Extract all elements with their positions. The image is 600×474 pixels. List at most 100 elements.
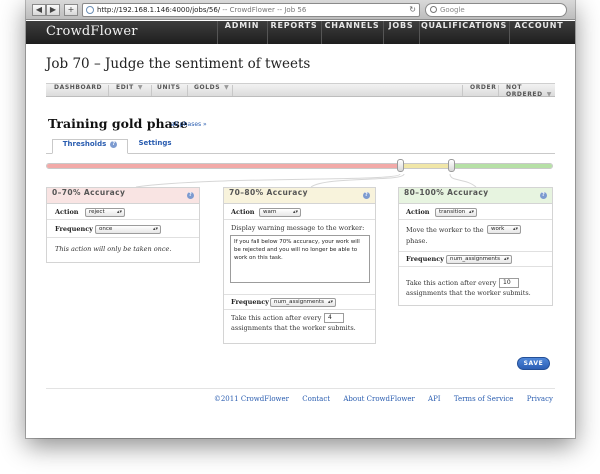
help-icon[interactable]: ? bbox=[363, 192, 370, 199]
tab-thresholds[interactable]: Thresholds? bbox=[52, 139, 128, 154]
frequency-note: This action will only be taken once. bbox=[55, 245, 172, 253]
slider-segment-low bbox=[47, 164, 401, 168]
save-button[interactable]: SAVE bbox=[517, 357, 550, 370]
forward-icon[interactable]: ▶ bbox=[46, 4, 60, 16]
accuracy-slider-track bbox=[46, 163, 553, 169]
caret-down-icon: ▼ bbox=[546, 91, 552, 98]
main-nav: CrowdFlower ADMIN REPORTS CHANNELS JOBS … bbox=[26, 21, 575, 44]
job-subnav: DASHBOARD EDIT ▼ UNITS GOLDS ▼ ORDER NOT O… bbox=[46, 83, 555, 98]
action-row: Action warn ▴▾ bbox=[224, 204, 375, 220]
help-icon[interactable]: ? bbox=[540, 192, 547, 199]
url-host: http://192.168.1.146 bbox=[97, 6, 170, 14]
nav-account[interactable]: ACCOUNT bbox=[509, 21, 569, 44]
action-label: Action bbox=[406, 208, 430, 216]
nav-admin[interactable]: ADMIN bbox=[217, 21, 267, 44]
select-arrow-icon: ▴▾ bbox=[116, 209, 122, 215]
subnav-divider bbox=[108, 85, 109, 96]
frequency-label: Frequency bbox=[231, 298, 269, 306]
select-arrow-icon: ▴▾ bbox=[152, 226, 158, 232]
browser-toolbar: ◀ ▶ + http://192.168.1.146:4000/jobs/56/… bbox=[26, 0, 575, 20]
after-every-prefix: Take this action after every bbox=[231, 314, 322, 322]
tab-settings[interactable]: Settings bbox=[130, 139, 180, 154]
slider-segment-high bbox=[451, 164, 552, 168]
slider-segment-mid bbox=[400, 164, 451, 168]
panel-low-accuracy: 0–70% Accuracy? Action reject ▴▾ Frequenc… bbox=[46, 187, 200, 263]
message-label: Display warning message to the worker: bbox=[231, 224, 365, 232]
browser-window: ◀ ▶ + http://192.168.1.146:4000/jobs/56/… bbox=[26, 0, 575, 438]
frequency-select[interactable]: num_assignments ▴▾ bbox=[270, 298, 336, 307]
url-path: :4000/jobs/56/ bbox=[169, 6, 221, 14]
subnav-divider bbox=[462, 85, 463, 96]
subnav-order-label: ORDER bbox=[470, 84, 497, 91]
action-row: Action transition ▴▾ bbox=[399, 204, 552, 220]
nav-channels[interactable]: CHANNELS bbox=[321, 21, 383, 44]
footer-link-about[interactable]: About CrowdFlower bbox=[343, 395, 414, 403]
subnav-divider bbox=[187, 85, 188, 96]
warning-message-field[interactable]: If you fall below 70% accuracy, your wor… bbox=[230, 235, 370, 283]
select-arrow-icon: ▴▾ bbox=[327, 299, 333, 305]
subnav-divider bbox=[498, 85, 499, 96]
logo[interactable]: CrowdFlower bbox=[46, 24, 138, 39]
after-every-input[interactable]: 4 bbox=[324, 313, 344, 323]
move-phase-select[interactable]: work ▴▾ bbox=[487, 225, 521, 234]
add-tab-icon[interactable]: + bbox=[64, 4, 78, 16]
globe-icon bbox=[86, 6, 94, 14]
subnav-dashboard[interactable]: DASHBOARD bbox=[54, 84, 102, 97]
move-row: Move the worker to the work ▴▾ phase. bbox=[399, 220, 552, 252]
caret-down-icon: ▼ bbox=[137, 84, 144, 91]
panel-mid-accuracy: 70–80% Accuracy? Action warn ▴▾ Display w… bbox=[223, 187, 376, 344]
message-row: Display warning message to the worker: I… bbox=[224, 220, 375, 295]
after-every-suffix: assignments that the worker submits. bbox=[231, 324, 356, 332]
frequency-row: Frequency once ▴▾ bbox=[47, 220, 199, 238]
action-row: Action reject ▴▾ bbox=[47, 204, 199, 220]
action-select[interactable]: transition ▴▾ bbox=[435, 208, 477, 217]
action-select[interactable]: reject ▴▾ bbox=[85, 208, 125, 217]
subnav-divider bbox=[151, 85, 152, 96]
reload-icon[interactable]: ↻ bbox=[409, 4, 416, 16]
all-phases-link[interactable]: all phases » bbox=[171, 121, 207, 128]
select-arrow-icon: ▴▾ bbox=[503, 256, 509, 262]
caret-down-icon: ▼ bbox=[224, 84, 230, 91]
footer-link-api[interactable]: API bbox=[428, 395, 441, 403]
subnav-order-select[interactable]: NOT ORDERED ▼ bbox=[506, 84, 555, 98]
nav-reports[interactable]: REPORTS bbox=[267, 21, 321, 44]
move-prefix: Move the worker to the bbox=[406, 226, 484, 234]
search-placeholder: Google bbox=[440, 6, 465, 14]
frequency-select[interactable]: once ▴▾ bbox=[95, 225, 161, 234]
search-input[interactable]: Google bbox=[425, 3, 567, 17]
back-icon[interactable]: ◀ bbox=[32, 4, 46, 16]
panel-high-heading: 80–100% Accuracy? bbox=[399, 188, 552, 204]
address-bar[interactable]: http://192.168.1.146:4000/jobs/56/ -- Cr… bbox=[82, 3, 420, 17]
frequency-row: Frequency num_assignments ▴▾ bbox=[399, 252, 552, 267]
subnav-divider bbox=[232, 85, 233, 96]
after-every-input[interactable]: 10 bbox=[499, 278, 519, 288]
footer-divider bbox=[46, 388, 555, 389]
after-every-prefix: Take this action after every bbox=[406, 279, 497, 287]
frequency-row: Frequency num_assignments ▴▾ bbox=[224, 295, 375, 310]
frequency-label: Frequency bbox=[406, 255, 444, 263]
select-arrow-icon: ▴▾ bbox=[292, 209, 298, 215]
footer-copyright[interactable]: ©2011 CrowdFlower bbox=[214, 395, 289, 403]
frequency-select[interactable]: num_assignments ▴▾ bbox=[446, 255, 512, 264]
after-every-suffix: assignments that the worker submits. bbox=[406, 289, 531, 297]
nav-qualifications[interactable]: QUALIFICATIONS bbox=[419, 21, 509, 44]
page-title: -- CrowdFlower -- Job 56 bbox=[220, 6, 307, 14]
select-arrow-icon: ▴▾ bbox=[468, 209, 474, 215]
search-icon bbox=[430, 6, 437, 13]
subnav-golds[interactable]: GOLDS ▼ bbox=[194, 84, 229, 97]
frequency-label: Frequency bbox=[55, 225, 93, 233]
action-select[interactable]: warn ▴▾ bbox=[259, 208, 301, 217]
phase-title: Training gold phase bbox=[48, 116, 188, 131]
subnav-units[interactable]: UNITS bbox=[157, 84, 181, 97]
help-icon[interactable]: ? bbox=[110, 141, 118, 148]
panel-mid-heading: 70–80% Accuracy? bbox=[224, 188, 375, 204]
subnav-edit[interactable]: EDIT ▼ bbox=[116, 84, 143, 97]
nav-jobs[interactable]: JOBS bbox=[383, 21, 419, 44]
move-suffix: phase. bbox=[406, 237, 428, 245]
footer-link-terms[interactable]: Terms of Service bbox=[454, 395, 514, 403]
footer-link-contact[interactable]: Contact bbox=[302, 395, 330, 403]
footer-link-privacy[interactable]: Privacy bbox=[527, 395, 553, 403]
help-icon[interactable]: ? bbox=[187, 192, 194, 199]
select-arrow-icon: ▴▾ bbox=[512, 226, 518, 232]
footer: ©2011 CrowdFlower Contact About CrowdFlo… bbox=[203, 395, 553, 403]
